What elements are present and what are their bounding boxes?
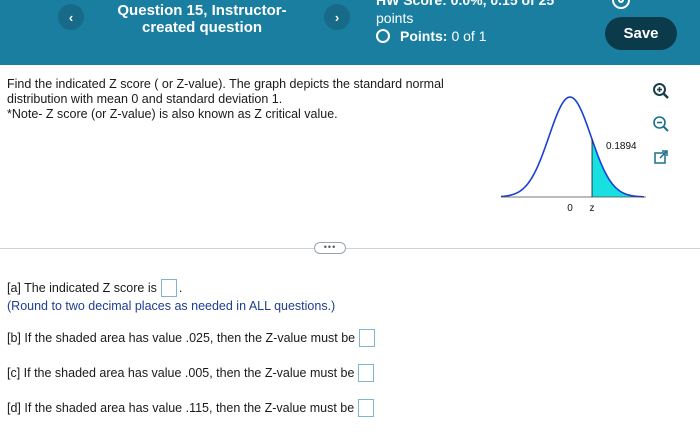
expand-button[interactable]: •••: [314, 242, 346, 254]
gear-icon[interactable]: [612, 0, 630, 9]
answer-a-input[interactable]: [160, 279, 177, 297]
answer-a-text: [a] The indicated Z score is: [7, 281, 157, 295]
mean-tick-label: 0: [567, 203, 573, 214]
radio-icon: [376, 29, 390, 43]
open-external-icon[interactable]: [648, 144, 674, 170]
answer-c: [c] If the shaded area has value .005, t…: [7, 364, 375, 382]
zoom-in-icon[interactable]: [648, 78, 674, 104]
hw-score-points-word: points: [376, 10, 414, 26]
section-divider: [0, 248, 700, 249]
question-line-2: *Note- Z score (or Z-value) is also know…: [7, 107, 338, 121]
top-bar: ‹ Question 15, Instructor-created questi…: [0, 0, 700, 65]
answer-d: [d] If the shaded area has value .115, t…: [7, 399, 375, 417]
answer-b: [b] If the shaded area has value .025, t…: [7, 329, 376, 347]
save-button[interactable]: Save: [605, 17, 677, 50]
chevron-right-icon[interactable]: ›: [324, 4, 350, 30]
normal-distribution-graph: 0.1894 0 z: [500, 96, 646, 214]
answer-b-input[interactable]: [359, 329, 376, 347]
answer-a: [a] The indicated Z score is .: [7, 279, 182, 297]
zoom-out-icon[interactable]: [648, 111, 674, 137]
question-text: Find the indicated Z score ( or Z-value)…: [7, 77, 477, 122]
answer-c-text: [c] If the shaded area has value .005, t…: [7, 366, 355, 380]
rounding-note: (Round to two decimal places as needed i…: [7, 299, 336, 313]
answer-d-text: [d] If the shaded area has value .115, t…: [7, 401, 355, 415]
answer-a-period: .: [178, 281, 183, 295]
z-tick-label: z: [590, 203, 595, 214]
answer-c-input[interactable]: [358, 364, 375, 382]
answer-d-input[interactable]: [358, 399, 375, 417]
points-indicator: Points: 0 of 1: [376, 28, 486, 44]
hw-score: HW Score: 0.0%, 0.15 of 25: [376, 0, 555, 8]
points-value: 0 of 1: [451, 28, 487, 44]
chevron-left-icon[interactable]: ‹: [58, 4, 84, 30]
question-title: Question 15, Instructor-created question: [117, 2, 287, 36]
answer-b-text: [b] If the shaded area has value .025, t…: [7, 331, 356, 345]
question-line-1: Find the indicated Z score ( or Z-value)…: [7, 77, 444, 106]
points-label: Points:: [400, 28, 448, 44]
shaded-area-label: 0.1894: [606, 141, 637, 152]
